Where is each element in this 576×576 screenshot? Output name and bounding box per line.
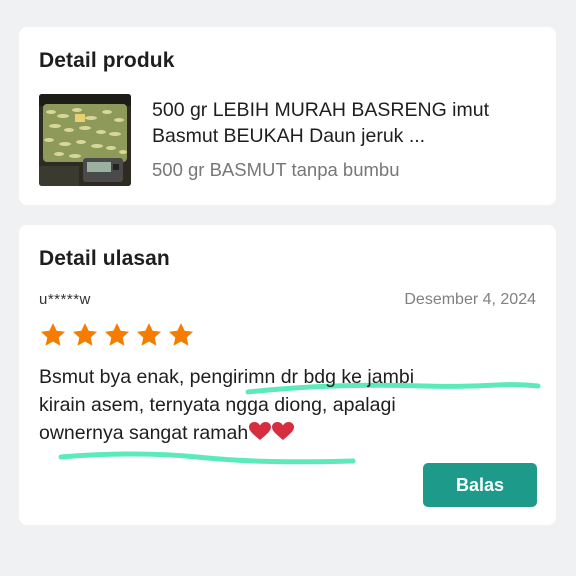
product-variant: 500 gr BASMUT tanpa bumbu (152, 159, 400, 180)
star-icon (40, 323, 66, 346)
review-text: Bsmut bya enak, pengirimn dr bdg ke jamb… (39, 363, 539, 447)
heart-icon (249, 421, 272, 440)
review-text-line-2: kirain asem, ternyata ngga diong, apalag… (39, 394, 396, 416)
star-icon (104, 323, 130, 346)
review-section-title: Detail ulasan (39, 247, 170, 270)
reviewer-name: u*****w (39, 291, 91, 308)
review-date: Desember 4, 2024 (404, 291, 536, 308)
review-text-line-3: ownernya sangat ramah (39, 419, 539, 447)
star-icon (72, 323, 98, 346)
reply-button[interactable]: Balas (423, 463, 537, 507)
review-text-line-3-words: ownernya sangat ramah (39, 422, 249, 444)
product-thumbnail[interactable] (39, 94, 131, 186)
star-rating (39, 321, 195, 349)
star-icon (168, 323, 194, 346)
star-icon (136, 323, 162, 346)
highlight-mark-2 (58, 451, 356, 465)
review-detail-page: Detail produk 500 gr LEBIH MURAH BASRENG… (0, 0, 576, 576)
product-detail-card: Detail produk 500 gr LEBIH MURAH BASRENG… (19, 27, 556, 205)
product-photo-icon (39, 94, 131, 186)
heart-icon (272, 421, 295, 440)
review-detail-card: Detail ulasan u*****w Desember 4, 2024 B… (19, 225, 556, 525)
product-section-title: Detail produk (39, 49, 175, 72)
product-name[interactable]: 500 gr LEBIH MURAH BASRENG imut Basmut B… (152, 97, 542, 149)
review-text-line-1: Bsmut bya enak, pengirimn dr bdg ke jamb… (39, 366, 415, 388)
